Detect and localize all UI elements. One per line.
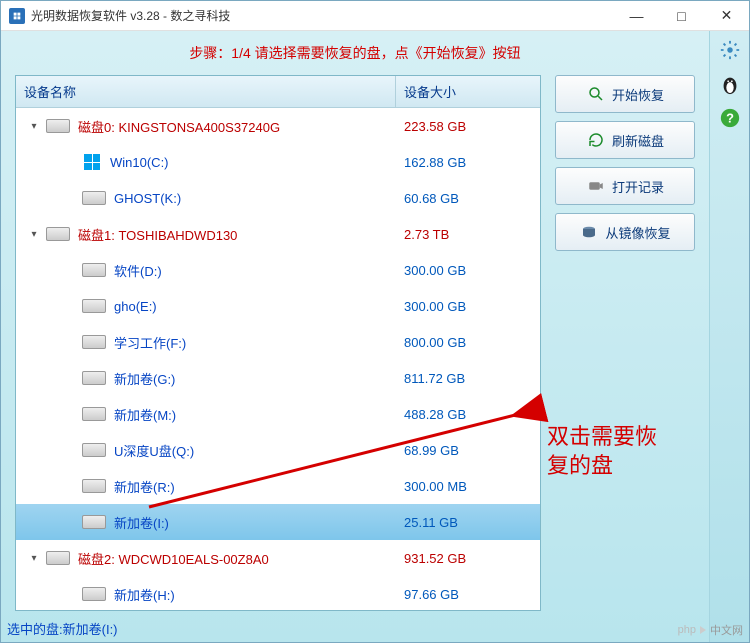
volume-icon: [82, 371, 106, 385]
svg-text:?: ?: [726, 111, 734, 126]
volume-row[interactable]: GHOST(K:) 60.68 GB: [16, 180, 540, 216]
disk-size: 2.73 TB: [396, 227, 540, 242]
refresh-button[interactable]: 刷新磁盘: [555, 121, 695, 159]
disk-label: 磁盘2: WDCWD10EALS-00Z8A0: [78, 549, 269, 568]
col-size[interactable]: 设备大小: [396, 76, 540, 107]
refresh-label: 刷新磁盘: [612, 131, 664, 150]
volume-label: Win10(C:): [110, 155, 169, 170]
close-button[interactable]: ✕: [704, 1, 749, 30]
volume-size: 488.28 GB: [396, 407, 540, 422]
volume-size: 300.00 GB: [396, 263, 540, 278]
gear-icon[interactable]: [717, 37, 743, 63]
volume-label: 新加卷(G:): [114, 369, 175, 388]
openlog-label: 打开记录: [612, 177, 664, 196]
volume-row[interactable]: 新加卷(H:) 97.66 GB: [16, 576, 540, 610]
disk-icon: [46, 119, 70, 133]
volume-icon: [82, 335, 106, 349]
disk-label: 磁盘1: TOSHIBAHDWD130: [78, 225, 237, 244]
volume-icon: [82, 191, 106, 205]
app-icon: [9, 8, 25, 24]
disk-icon: [46, 227, 70, 241]
chevron-down-icon[interactable]: ▾: [26, 553, 42, 564]
volume-size: 60.68 GB: [396, 191, 540, 206]
volume-label: 软件(D:): [114, 261, 162, 280]
chevron-down-icon[interactable]: ▾: [26, 121, 42, 132]
disk-label: 磁盘0: KINGSTONSA400S37240G: [78, 117, 280, 136]
start-recover-button[interactable]: 开始恢复: [555, 75, 695, 113]
fromimage-label: 从镜像恢复: [605, 223, 670, 242]
camera-icon: [586, 176, 606, 196]
app-window: 光明数据恢复软件 v3.28 - 数之寻科技 — □ ✕ 步骤：1/4 请选择需…: [0, 0, 750, 643]
device-tree[interactable]: ▾ 磁盘0: KINGSTONSA400S37240G 223.58 GB Win10…: [16, 108, 540, 610]
titlebar: 光明数据恢复软件 v3.28 - 数之寻科技 — □ ✕: [1, 1, 749, 31]
volume-size: 162.88 GB: [396, 155, 540, 170]
penguin-icon[interactable]: [717, 71, 743, 97]
disk-size: 223.58 GB: [396, 119, 540, 134]
volume-size: 97.66 GB: [396, 587, 540, 602]
volume-row[interactable]: 新加卷(M:) 488.28 GB: [16, 396, 540, 432]
volume-label: gho(E:): [114, 299, 157, 314]
refresh-icon: [586, 130, 606, 150]
volume-size: 811.72 GB: [396, 371, 540, 386]
volume-row[interactable]: U深度U盘(Q:) 68.99 GB: [16, 432, 540, 468]
watermark: php中文网: [678, 622, 743, 638]
right-sidebar: ?: [709, 31, 749, 642]
volume-size: 300.00 MB: [396, 479, 540, 494]
volume-icon: [82, 479, 106, 493]
disk-row[interactable]: ▾ 磁盘2: WDCWD10EALS-00Z8A0 931.52 GB: [16, 540, 540, 576]
help-icon[interactable]: ?: [717, 105, 743, 131]
windows-icon: [84, 154, 100, 170]
volume-icon: [82, 407, 106, 421]
volume-icon: [82, 515, 106, 529]
volume-label: U深度U盘(Q:): [114, 441, 194, 460]
volume-icon: [82, 263, 106, 277]
volume-label: GHOST(K:): [114, 191, 181, 206]
hdd-icon: [579, 222, 599, 242]
volume-icon: [82, 299, 106, 313]
step-banner: 步骤：1/4 请选择需要恢复的盘，点《开始恢复》按钮: [1, 31, 709, 75]
volume-label: 学习工作(F:): [114, 333, 186, 352]
disk-size: 931.52 GB: [396, 551, 540, 566]
minimize-button[interactable]: —: [614, 1, 659, 30]
window-controls: — □ ✕: [614, 1, 749, 30]
disk-icon: [46, 551, 70, 565]
volume-row[interactable]: 新加卷(G:) 811.72 GB: [16, 360, 540, 396]
search-icon: [586, 84, 606, 104]
volume-size: 800.00 GB: [396, 335, 540, 350]
volume-row[interactable]: 新加卷(R:) 300.00 MB: [16, 468, 540, 504]
volume-size: 25.11 GB: [396, 515, 540, 530]
disk-row[interactable]: ▾ 磁盘1: TOSHIBAHDWD130 2.73 TB: [16, 216, 540, 252]
client-area: 步骤：1/4 请选择需要恢复的盘，点《开始恢复》按钮 设备名称 设备大小 ▾ 磁盘…: [1, 31, 709, 642]
status-value: 新加卷(I:): [63, 622, 118, 637]
maximize-button[interactable]: □: [659, 1, 704, 30]
volume-label: 新加卷(M:): [114, 405, 176, 424]
chevron-down-icon[interactable]: ▾: [26, 229, 42, 240]
volume-icon: [82, 587, 106, 601]
volume-label: 新加卷(R:): [114, 477, 175, 496]
status-prefix: 选中的盘:: [7, 622, 63, 637]
disk-row[interactable]: ▾ 磁盘0: KINGSTONSA400S37240G 223.58 GB: [16, 108, 540, 144]
volume-row[interactable]: 软件(D:) 300.00 GB: [16, 252, 540, 288]
device-panel: 设备名称 设备大小 ▾ 磁盘0: KINGSTONSA400S37240G 223.…: [15, 75, 541, 611]
volume-row[interactable]: Win10(C:) 162.88 GB: [16, 144, 540, 180]
volume-row[interactable]: 学习工作(F:) 800.00 GB: [16, 324, 540, 360]
volume-icon: [82, 443, 106, 457]
volume-size: 68.99 GB: [396, 443, 540, 458]
button-panel: 开始恢复 刷新磁盘 打开记录 从镜像恢复: [555, 75, 695, 611]
device-header: 设备名称 设备大小: [16, 76, 540, 108]
volume-row[interactable]: 新加卷(I:) 25.11 GB: [16, 504, 540, 540]
window-title: 光明数据恢复软件 v3.28 - 数之寻科技: [31, 7, 614, 24]
volume-label: 新加卷(H:): [114, 585, 175, 604]
openlog-button[interactable]: 打开记录: [555, 167, 695, 205]
volume-row[interactable]: gho(E:) 300.00 GB: [16, 288, 540, 324]
fromimage-button[interactable]: 从镜像恢复: [555, 213, 695, 251]
volume-size: 300.00 GB: [396, 299, 540, 314]
status-bar: 选中的盘:新加卷(I:): [7, 619, 118, 638]
volume-label: 新加卷(I:): [114, 513, 169, 532]
start-label: 开始恢复: [612, 85, 664, 104]
col-name[interactable]: 设备名称: [16, 76, 396, 107]
